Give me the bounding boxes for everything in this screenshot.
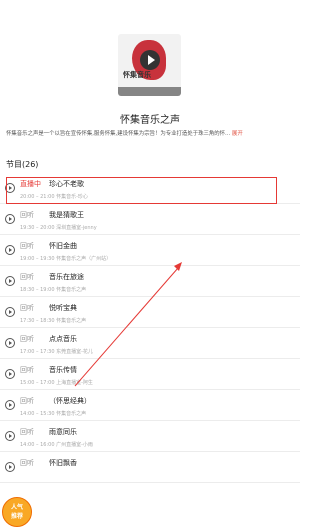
- badge-line-2: 推荐: [10, 513, 23, 520]
- annotation-arrow: [74, 262, 182, 387]
- badge-text: 人气 推荐: [11, 503, 23, 521]
- arrow-line: [74, 267, 179, 387]
- arrow-head: [174, 262, 182, 271]
- badge-line-1: 人气: [10, 504, 23, 511]
- popular-badge: 人气 推荐: [2, 497, 32, 527]
